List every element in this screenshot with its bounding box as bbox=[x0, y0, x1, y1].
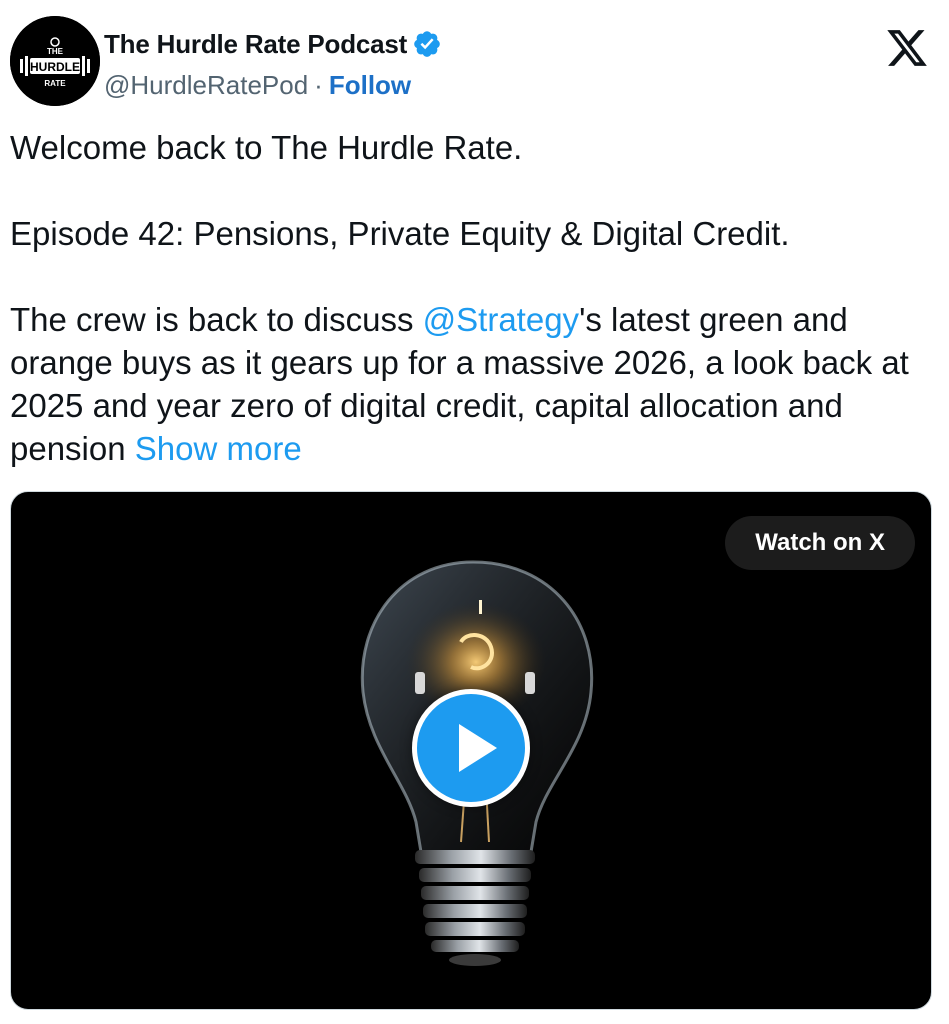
video-player[interactable]: Watch on X bbox=[10, 491, 932, 1010]
verified-badge-icon bbox=[412, 29, 442, 59]
tweet-text: Welcome back to The Hurdle Rate. Episode… bbox=[10, 126, 940, 470]
separator-dot: · bbox=[314, 70, 323, 100]
mention-link[interactable]: @Strategy bbox=[423, 301, 579, 338]
tweet-header: THE HURDLE RATE The Hurdle Rate Podcast … bbox=[8, 12, 941, 106]
x-logo-icon[interactable] bbox=[885, 26, 929, 70]
tweet-line-welcome: Welcome back to The Hurdle Rate. bbox=[10, 129, 523, 166]
avatar-text-the: THE bbox=[47, 47, 64, 56]
tweet-text-prefix: The crew is back to discuss bbox=[10, 301, 423, 338]
name-row: The Hurdle Rate Podcast bbox=[104, 28, 442, 60]
tweet-line-episode: Episode 42: Pensions, Private Equity & D… bbox=[10, 215, 790, 252]
show-more-link[interactable]: Show more bbox=[135, 430, 302, 467]
play-button[interactable] bbox=[412, 689, 530, 807]
play-icon bbox=[459, 724, 497, 772]
handle-row: @HurdleRatePod · Follow bbox=[104, 70, 411, 101]
user-handle[interactable]: @HurdleRatePod bbox=[104, 70, 308, 101]
tweet-paragraph: The crew is back to discuss @Strategy's … bbox=[10, 298, 940, 470]
follow-button[interactable]: Follow bbox=[329, 70, 411, 101]
avatar[interactable]: THE HURDLE RATE bbox=[10, 16, 100, 106]
hurdle-rate-logo: THE HURDLE RATE bbox=[10, 16, 100, 106]
avatar-text-rate: RATE bbox=[44, 79, 66, 88]
display-name[interactable]: The Hurdle Rate Podcast bbox=[104, 29, 407, 60]
avatar-text-hurdle: HURDLE bbox=[30, 60, 80, 74]
watch-on-x-button[interactable]: Watch on X bbox=[725, 516, 915, 570]
